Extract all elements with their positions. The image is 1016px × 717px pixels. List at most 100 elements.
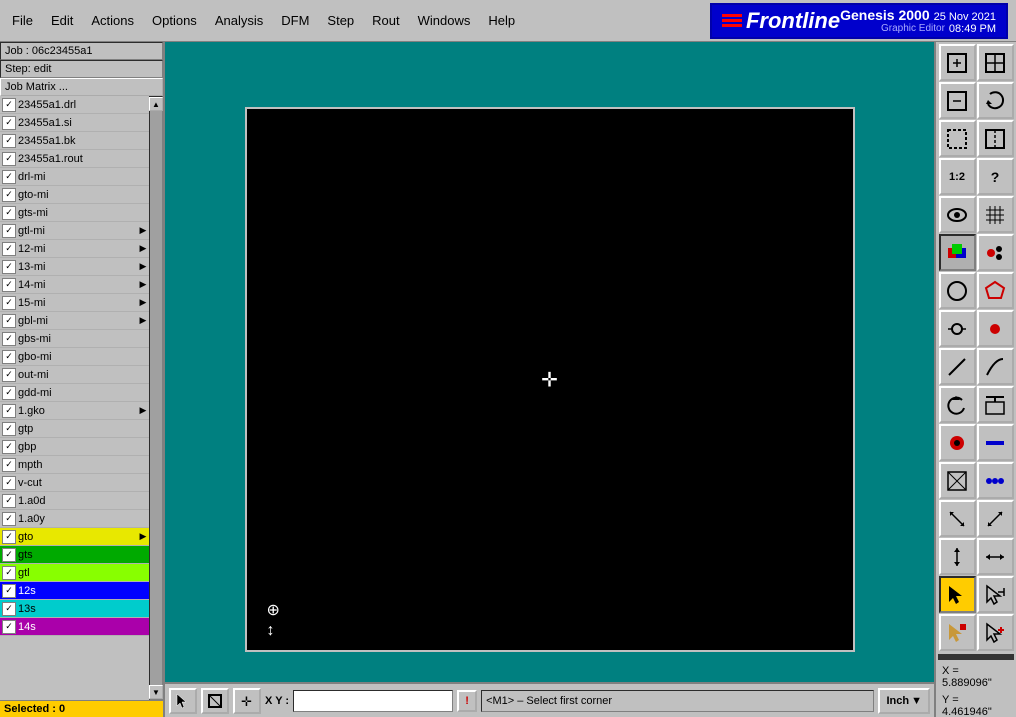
- tool-select-flip[interactable]: [977, 120, 1014, 157]
- layer-item[interactable]: 13-mi▶: [0, 258, 149, 276]
- layer-item[interactable]: gdd-mi: [0, 384, 149, 402]
- layer-checkbox[interactable]: [2, 278, 16, 292]
- tool-zoom-fit[interactable]: [939, 44, 976, 81]
- layer-item[interactable]: gbp: [0, 438, 149, 456]
- layer-item[interactable]: gbl-mi▶: [0, 312, 149, 330]
- menu-file[interactable]: File: [4, 9, 41, 32]
- menu-analysis[interactable]: Analysis: [207, 9, 271, 32]
- layer-checkbox[interactable]: [2, 584, 16, 598]
- tool-highlight[interactable]: [939, 234, 976, 271]
- layer-item[interactable]: mpth: [0, 456, 149, 474]
- menu-actions[interactable]: Actions: [83, 9, 142, 32]
- layer-checkbox[interactable]: [2, 116, 16, 130]
- layer-checkbox[interactable]: [2, 602, 16, 616]
- tool-dim4[interactable]: [977, 538, 1014, 575]
- layer-item[interactable]: 23455a1.rout: [0, 150, 149, 168]
- scroll-down[interactable]: ▼: [149, 685, 163, 699]
- layer-checkbox[interactable]: [2, 206, 16, 220]
- layer-item[interactable]: 14-mi▶: [0, 276, 149, 294]
- layer-checkbox[interactable]: [2, 494, 16, 508]
- layer-checkbox[interactable]: [2, 548, 16, 562]
- tool-dim1[interactable]: [939, 500, 976, 537]
- tool-view[interactable]: [939, 196, 976, 233]
- layer-checkbox[interactable]: [2, 314, 16, 328]
- layer-checkbox[interactable]: [2, 530, 16, 544]
- layer-item[interactable]: gto-mi: [0, 186, 149, 204]
- tool-select-pointer[interactable]: [939, 576, 976, 613]
- menu-edit[interactable]: Edit: [43, 9, 81, 32]
- cursor-tool-btn[interactable]: ✛: [233, 688, 261, 714]
- tool-undo[interactable]: [939, 386, 976, 423]
- menu-help[interactable]: Help: [480, 9, 523, 32]
- tool-pad[interactable]: [939, 424, 976, 461]
- tool-rotate[interactable]: [977, 82, 1014, 119]
- xy-input[interactable]: [293, 690, 453, 712]
- layer-checkbox[interactable]: [2, 386, 16, 400]
- layer-expand-arrow[interactable]: ▶: [137, 405, 149, 416]
- menu-windows[interactable]: Windows: [410, 9, 479, 32]
- layer-item[interactable]: 14s: [0, 618, 149, 636]
- layer-item[interactable]: gts: [0, 546, 149, 564]
- tool-circle-select[interactable]: [939, 272, 976, 309]
- layer-expand-arrow[interactable]: ▶: [137, 315, 149, 326]
- pointer-tool-btn[interactable]: [169, 688, 197, 714]
- layer-item[interactable]: gts-mi: [0, 204, 149, 222]
- tool-zoom-area[interactable]: [939, 82, 976, 119]
- layer-expand-arrow[interactable]: ▶: [137, 531, 149, 542]
- layer-item[interactable]: 12s: [0, 582, 149, 600]
- layer-expand-arrow[interactable]: ▶: [137, 279, 149, 290]
- layer-checkbox[interactable]: [2, 134, 16, 148]
- tool-surface[interactable]: [939, 462, 976, 499]
- layer-checkbox[interactable]: [2, 260, 16, 274]
- tool-arc[interactable]: [977, 348, 1014, 385]
- box-tool-btn[interactable]: [201, 688, 229, 714]
- tool-zoom-in[interactable]: [977, 44, 1014, 81]
- tool-grid[interactable]: [977, 196, 1014, 233]
- layer-item[interactable]: gbo-mi: [0, 348, 149, 366]
- tool-layer[interactable]: [977, 234, 1014, 271]
- layer-expand-arrow[interactable]: ▶: [137, 225, 149, 236]
- layer-checkbox[interactable]: [2, 620, 16, 634]
- menu-options[interactable]: Options: [144, 9, 205, 32]
- tool-cross-select[interactable]: [977, 614, 1014, 651]
- layer-item[interactable]: 23455a1.bk: [0, 132, 149, 150]
- layer-item[interactable]: drl-mi: [0, 168, 149, 186]
- menu-step[interactable]: Step: [319, 9, 362, 32]
- menu-dfm[interactable]: DFM: [273, 9, 317, 32]
- layer-checkbox[interactable]: [2, 152, 16, 166]
- menu-rout[interactable]: Rout: [364, 9, 407, 32]
- scroll-track[interactable]: [150, 111, 162, 685]
- tool-trace[interactable]: [977, 424, 1014, 461]
- layer-item[interactable]: gtp: [0, 420, 149, 438]
- tool-dot[interactable]: [977, 310, 1014, 347]
- layer-checkbox[interactable]: [2, 350, 16, 364]
- tool-line[interactable]: [939, 348, 976, 385]
- layer-checkbox[interactable]: [2, 368, 16, 382]
- tool-nodes[interactable]: [939, 310, 976, 347]
- layer-item[interactable]: 23455a1.drl: [0, 96, 149, 114]
- layer-expand-arrow[interactable]: ▶: [137, 297, 149, 308]
- layer-checkbox[interactable]: [2, 566, 16, 580]
- layer-item[interactable]: 13s: [0, 600, 149, 618]
- layer-checkbox[interactable]: [2, 98, 16, 112]
- tool-lasso[interactable]: [939, 614, 976, 651]
- layer-checkbox[interactable]: [2, 458, 16, 472]
- layer-checkbox[interactable]: [2, 422, 16, 436]
- layer-expand-arrow[interactable]: ▶: [137, 243, 149, 254]
- layer-checkbox[interactable]: [2, 296, 16, 310]
- layer-item[interactable]: gtl-mi▶: [0, 222, 149, 240]
- layer-item[interactable]: gbs-mi: [0, 330, 149, 348]
- tool-special[interactable]: [977, 462, 1014, 499]
- tool-help[interactable]: ?: [977, 158, 1014, 195]
- tool-scale[interactable]: 1:2: [939, 158, 976, 195]
- unit-btn[interactable]: Inch ▼: [878, 688, 930, 714]
- layer-checkbox[interactable]: [2, 512, 16, 526]
- canvas-viewport[interactable]: ✛ ⊕ ↕: [245, 107, 855, 652]
- layer-checkbox[interactable]: [2, 476, 16, 490]
- tool-select-arrow[interactable]: [977, 576, 1014, 613]
- tool-dim2[interactable]: [977, 500, 1014, 537]
- tool-text[interactable]: [977, 386, 1014, 423]
- tool-select-rect[interactable]: [939, 120, 976, 157]
- tool-polygon-select[interactable]: [977, 272, 1014, 309]
- layer-item[interactable]: gto▶: [0, 528, 149, 546]
